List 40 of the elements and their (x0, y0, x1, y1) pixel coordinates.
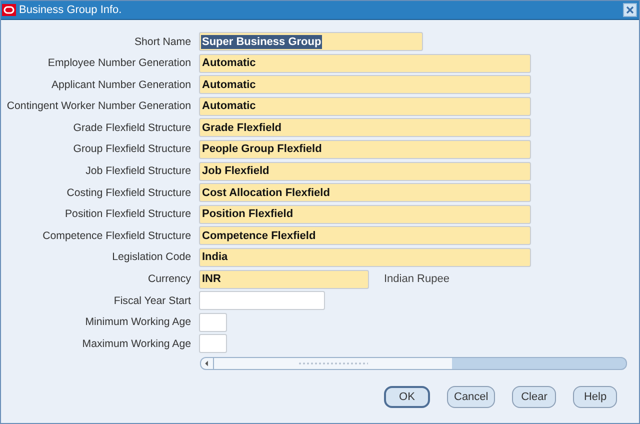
input-field[interactable]: Grade Flexfield (199, 118, 531, 138)
field-label: Costing Flexfield Structure (66, 186, 192, 199)
field-label: Job Flexfield Structure (84, 165, 192, 178)
field-label: Currency (147, 273, 192, 286)
input-field[interactable] (199, 334, 227, 354)
scroll-left-icon[interactable] (201, 358, 214, 369)
dialog-button[interactable]: Cancel (447, 386, 496, 408)
input-field[interactable]: Super Business Group (199, 32, 423, 51)
input-field[interactable]: Automatic (199, 96, 531, 116)
input-field[interactable]: Position Flexfield (199, 204, 531, 224)
field-label: Competence Flexfield Structure (42, 230, 192, 242)
dialog-button[interactable]: Clear (512, 386, 556, 408)
close-icon[interactable] (623, 3, 637, 17)
input-field[interactable]: Automatic (199, 75, 531, 94)
input-field[interactable]: People Group Flexfield (199, 140, 531, 159)
field-label: Group Flexfield Structure (72, 143, 192, 156)
input-field[interactable]: INR (199, 270, 369, 289)
field-label: Applicant Number Generation (50, 78, 192, 91)
dialog-button[interactable]: Help (573, 386, 618, 408)
dialog-button[interactable]: OK (384, 386, 430, 408)
field-label: Grade Flexfield Structure (72, 122, 192, 134)
currency-description: Indian Rupee (384, 273, 450, 286)
window-title: Business Group Info. (19, 4, 123, 16)
input-field[interactable] (199, 312, 227, 332)
field-label: Legislation Code (111, 251, 192, 264)
field-label: Maximum Working Age (81, 338, 192, 350)
input-field[interactable]: India (199, 248, 531, 267)
field-label: Short Name (133, 36, 192, 48)
input-field[interactable]: Cost Allocation Flexfield (199, 183, 531, 202)
field-label: Position Flexfield Structure (64, 208, 192, 220)
input-field[interactable]: Automatic (199, 54, 531, 73)
field-label: Employee Number Generation (46, 57, 192, 70)
scrollbar-thumb[interactable] (214, 358, 452, 369)
field-label: Fiscal Year Start (112, 294, 192, 307)
input-field[interactable]: Job Flexfield (199, 162, 531, 181)
horizontal-scrollbar[interactable] (200, 357, 627, 370)
input-field[interactable]: Competence Flexfield (199, 226, 531, 246)
field-label: Contingent Worker Number Generation (6, 100, 192, 112)
input-field[interactable] (199, 291, 325, 310)
field-label: Minimum Working Age (84, 316, 192, 328)
